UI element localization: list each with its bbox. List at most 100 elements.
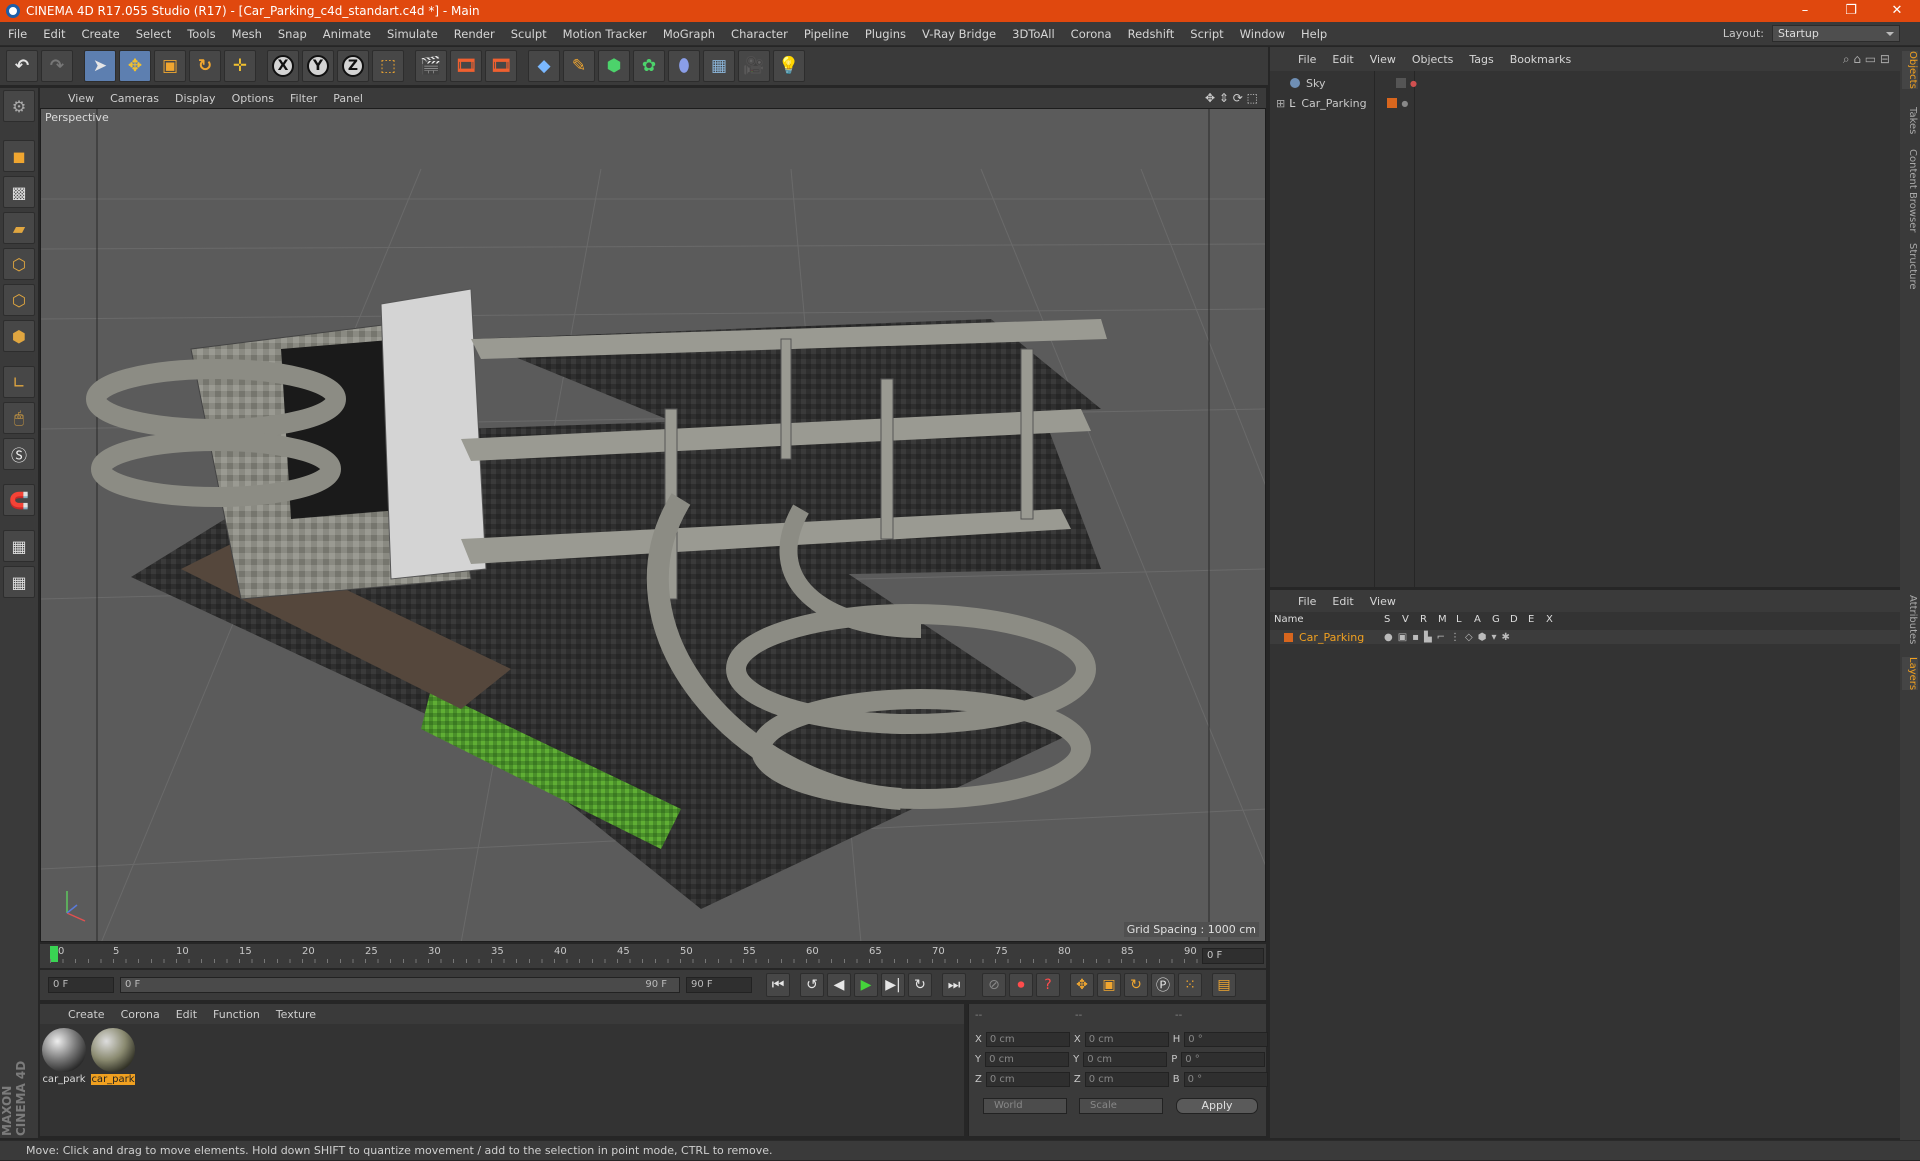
object-row[interactable]: ⊞ Ŀ Car_Parking ● xyxy=(1270,93,1900,113)
material-menu-corona[interactable]: Corona xyxy=(113,1008,168,1021)
next-key-icon[interactable]: ↻ xyxy=(908,973,932,997)
camera-icon[interactable]: 🎥 xyxy=(738,50,770,82)
recent-tool-icon[interactable]: ✛ xyxy=(224,50,256,82)
tab-structure[interactable]: Structure xyxy=(1902,243,1918,290)
go-to-start-icon[interactable]: ⏮ xyxy=(766,973,790,997)
previous-frame-icon[interactable]: ◀ xyxy=(827,973,851,997)
z-axis-lock-icon[interactable]: Z xyxy=(337,50,369,82)
object-name[interactable]: Car_Parking xyxy=(1301,97,1381,110)
object-row[interactable]: Sky ● xyxy=(1270,73,1900,93)
key-position-icon[interactable]: ✥ xyxy=(1070,973,1094,997)
layer-menu-view[interactable]: View xyxy=(1362,595,1404,608)
tab-content-browser[interactable]: Content Browser xyxy=(1902,149,1918,232)
key-parameter-icon[interactable]: Ⓟ xyxy=(1151,973,1175,997)
material-swatch-selected[interactable]: car_park xyxy=(91,1028,135,1085)
viewport-menu-options[interactable]: Options xyxy=(224,92,282,105)
autokey-icon[interactable]: ⏺ xyxy=(1009,973,1033,997)
snap-magnet-icon[interactable]: 🧲 xyxy=(3,484,35,516)
previous-key-icon[interactable]: ↺ xyxy=(800,973,824,997)
menu-help[interactable]: Help xyxy=(1293,22,1335,46)
tab-attributes[interactable]: Attributes xyxy=(1902,595,1918,644)
visibility-dots[interactable]: ● xyxy=(1401,99,1408,108)
make-editable-icon[interactable]: ⚙ xyxy=(3,90,35,122)
pen-spline-icon[interactable]: ✎ xyxy=(563,50,595,82)
rotation-h-field[interactable]: 0 ° xyxy=(1184,1032,1269,1047)
menu-simulate[interactable]: Simulate xyxy=(379,22,446,46)
render-to-picture-viewer-icon[interactable]: 🎞 xyxy=(485,50,517,82)
go-to-end-icon[interactable]: ⏭ xyxy=(942,973,966,997)
record-keys-icon[interactable]: ⊘ xyxy=(982,973,1006,997)
key-point-level-icon[interactable]: ⁙ xyxy=(1178,973,1202,997)
menu-motion-tracker[interactable]: Motion Tracker xyxy=(555,22,655,46)
keyframe-selection-icon[interactable]: ? xyxy=(1036,973,1060,997)
minimize-button[interactable]: – xyxy=(1782,0,1828,22)
tab-takes[interactable]: Takes xyxy=(1902,107,1918,134)
frame-range-slider[interactable]: 0 F 90 F xyxy=(120,977,680,993)
object-menu-view[interactable]: View xyxy=(1362,53,1404,66)
start-frame-field[interactable]: 0 F xyxy=(48,977,114,993)
key-rotation-icon[interactable]: ↻ xyxy=(1124,973,1148,997)
menu-redshift[interactable]: Redshift xyxy=(1120,22,1183,46)
object-name[interactable]: Sky xyxy=(1306,77,1386,90)
visibility-dots[interactable]: ● xyxy=(1410,79,1417,88)
rotate-tool-icon[interactable]: ↻ xyxy=(189,50,221,82)
workplane-lock-icon[interactable]: ▦ xyxy=(3,530,35,562)
rotation-p-field[interactable]: 0 ° xyxy=(1181,1052,1266,1067)
menu-mesh[interactable]: Mesh xyxy=(224,22,270,46)
coordinate-system-icon[interactable]: ⬚ xyxy=(372,50,404,82)
material-menu-edit[interactable]: Edit xyxy=(168,1008,205,1021)
menu-character[interactable]: Character xyxy=(723,22,796,46)
key-scale-icon[interactable]: ▣ xyxy=(1097,973,1121,997)
material-swatch[interactable]: car_park xyxy=(42,1028,86,1085)
cube-object-icon[interactable]: ◆ xyxy=(528,50,560,82)
menu-render[interactable]: Render xyxy=(446,22,503,46)
current-frame-field[interactable]: 0 F xyxy=(1202,948,1264,964)
tweak-mode-icon[interactable]: 🖱 xyxy=(3,402,35,434)
object-menu-objects[interactable]: Objects xyxy=(1404,53,1462,66)
object-manager-search-icon[interactable]: ⌕ ⌂ ▭ ⊟ xyxy=(1843,52,1890,67)
redo-icon[interactable]: ↷ xyxy=(41,50,73,82)
object-layer-chip[interactable] xyxy=(1387,98,1398,108)
points-mode-icon[interactable]: ⬡ xyxy=(3,248,35,280)
rotation-b-field[interactable]: 0 ° xyxy=(1183,1072,1268,1087)
model-mode-icon[interactable]: ◼ xyxy=(3,140,35,172)
render-region-icon[interactable]: 🎞 xyxy=(450,50,482,82)
menu-edit[interactable]: Edit xyxy=(35,22,73,46)
menu-script[interactable]: Script xyxy=(1182,22,1231,46)
menu-3dtoall[interactable]: 3DToAll xyxy=(1004,22,1063,46)
menu-sculpt[interactable]: Sculpt xyxy=(503,22,555,46)
cloner-icon[interactable]: ✿ xyxy=(633,50,665,82)
viewport-menu-view[interactable]: View xyxy=(60,92,102,105)
object-menu-tags[interactable]: Tags xyxy=(1461,53,1501,66)
menu-tools[interactable]: Tools xyxy=(179,22,223,46)
close-button[interactable]: ✕ xyxy=(1874,0,1920,22)
end-frame-field[interactable]: 90 F xyxy=(686,977,752,993)
restore-button[interactable]: ❐ xyxy=(1828,0,1874,22)
timeline[interactable]: 0 5 10 15 20 25 30 35 40 45 50 55 60 65 … xyxy=(40,944,1266,968)
layer-menu-edit[interactable]: Edit xyxy=(1324,595,1361,608)
object-layer-chip[interactable] xyxy=(1396,78,1406,88)
move-tool-icon[interactable]: ✥ xyxy=(119,50,151,82)
polygons-mode-icon[interactable]: ⬢ xyxy=(3,320,35,352)
size-x-field[interactable]: 0 cm xyxy=(1084,1032,1169,1047)
perspective-viewport[interactable]: Perspective Grid Spacing : 1000 cm xyxy=(40,108,1266,942)
object-menu-file[interactable]: File xyxy=(1290,53,1324,66)
scale-tool-icon[interactable]: ▣ xyxy=(154,50,186,82)
menu-plugins[interactable]: Plugins xyxy=(857,22,914,46)
timeline-ruler[interactable]: 0 5 10 15 20 25 30 35 40 45 50 55 60 65 … xyxy=(50,946,1200,964)
apply-button[interactable]: Apply xyxy=(1176,1098,1258,1114)
viewport-menu-display[interactable]: Display xyxy=(167,92,224,105)
light-icon[interactable]: 💡 xyxy=(773,50,805,82)
live-selection-icon[interactable]: ➤ xyxy=(84,50,116,82)
deformer-icon[interactable]: ⬮ xyxy=(668,50,700,82)
expand-icon[interactable]: ⊞ xyxy=(1276,97,1285,110)
menu-file[interactable]: File xyxy=(0,22,35,46)
play-forward-icon[interactable]: ▶ xyxy=(854,973,878,997)
viewport-menu-cameras[interactable]: Cameras xyxy=(102,92,167,105)
position-x-field[interactable]: 0 cm xyxy=(985,1032,1070,1047)
viewport-menu-panel[interactable]: Panel xyxy=(325,92,371,105)
size-y-field[interactable]: 0 cm xyxy=(1083,1052,1168,1067)
viewport-nav-icons[interactable]: ✥ ⇕ ⟳ ⬚ xyxy=(1205,91,1258,105)
render-view-icon[interactable]: 🎬 xyxy=(415,50,447,82)
size-z-field[interactable]: 0 cm xyxy=(1084,1072,1169,1087)
